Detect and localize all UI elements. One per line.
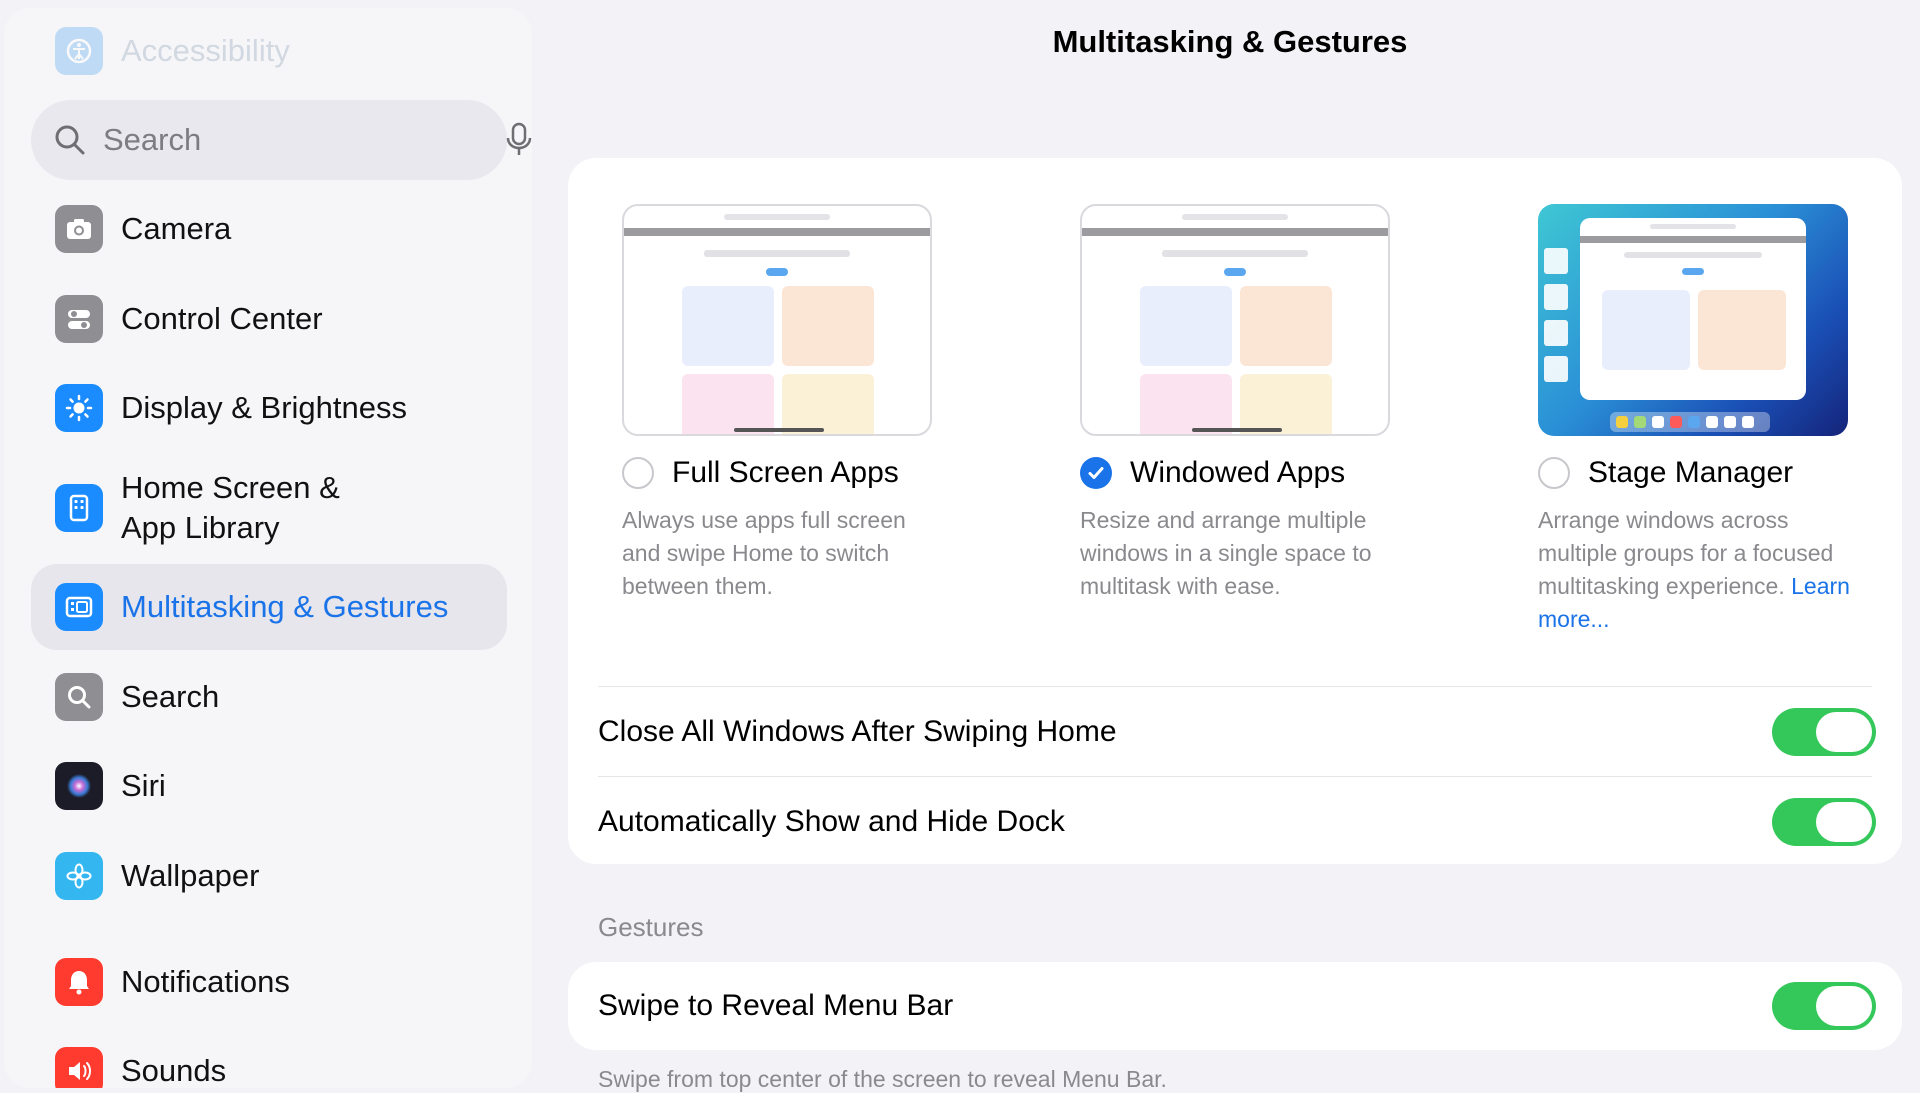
sidebar-item-notifications[interactable]: Notifications (31, 939, 507, 1025)
microphone-icon[interactable] (504, 122, 532, 158)
sidebar-item-home-screen[interactable]: Home Screen & App Library (31, 453, 507, 563)
control-center-icon (55, 295, 103, 343)
sidebar-item-label: Display & Brightness (121, 390, 408, 425)
close-all-windows-toggle[interactable] (1772, 708, 1876, 756)
sidebar-item-siri[interactable]: Siri (31, 743, 507, 829)
sidebar: Accessibility Camera Control Center Disp… (4, 8, 532, 1088)
stage-manager-description-text: Arrange windows across multiple groups f… (1538, 507, 1834, 599)
mode-description: Arrange windows across multiple groups f… (1538, 504, 1858, 636)
sidebar-item-label: Wallpaper (121, 858, 260, 893)
setting-row-auto-hide-dock: Automatically Show and Hide Dock (598, 778, 1876, 866)
sidebar-item-accessibility[interactable]: Accessibility (31, 8, 507, 94)
page-title: Multitasking & Gestures (1052, 24, 1408, 59)
sidebar-item-control-center[interactable]: Control Center (31, 276, 507, 362)
sidebar-item-sounds[interactable]: Sounds (31, 1028, 507, 1088)
stage-manager-radio[interactable] (1538, 457, 1570, 489)
section-header-gestures: Gestures (598, 912, 704, 942)
accessibility-icon (55, 27, 103, 75)
stage-manager-preview-image (1538, 204, 1848, 436)
wallpaper-icon (55, 852, 103, 900)
search-app-icon (55, 673, 103, 721)
setting-label: Automatically Show and Hide Dock (598, 805, 1065, 838)
setting-label: Swipe to Reveal Menu Bar (598, 989, 954, 1022)
mode-title: Windowed Apps (1130, 456, 1346, 489)
sidebar-item-label: Siri (121, 768, 166, 803)
siri-icon (55, 762, 103, 810)
setting-label: Close All Windows After Swiping Home (598, 715, 1117, 748)
mode-title: Full Screen Apps (672, 456, 899, 489)
full-screen-preview-image (622, 204, 932, 436)
sidebar-item-label: Control Center (121, 301, 323, 336)
multitasking-mode-card: Full Screen Apps Always use apps full sc… (568, 158, 1902, 864)
windowed-preview-image (1080, 204, 1390, 436)
sidebar-item-label: Search (121, 679, 220, 714)
sidebar-item-label: Camera (121, 211, 232, 246)
divider (598, 686, 1872, 687)
search-icon (55, 125, 85, 155)
home-screen-icon (55, 484, 103, 532)
sidebar-item-label: Sounds (121, 1053, 227, 1088)
sidebar-item-display-brightness[interactable]: Display & Brightness (31, 365, 507, 451)
swipe-menu-bar-toggle[interactable] (1772, 982, 1876, 1030)
sounds-icon (55, 1047, 103, 1088)
divider (598, 776, 1872, 777)
mode-option-full-screen[interactable]: Full Screen Apps Always use apps full sc… (622, 204, 942, 603)
setting-row-swipe-menu-bar: Swipe to Reveal Menu Bar (598, 962, 1876, 1050)
sidebar-item-search[interactable]: Search (31, 654, 507, 740)
gestures-card: Swipe to Reveal Menu Bar (568, 962, 1902, 1050)
mode-option-windowed[interactable]: Windowed Apps Resize and arrange multipl… (1080, 204, 1400, 603)
checkmark-icon (1088, 467, 1104, 479)
sidebar-item-camera[interactable]: Camera (31, 186, 507, 272)
sidebar-item-label: Multitasking & Gestures (121, 589, 449, 624)
mode-title: Stage Manager (1588, 456, 1794, 489)
setting-row-close-all-windows: Close All Windows After Swiping Home (598, 688, 1876, 776)
mode-description: Resize and arrange multiple windows in a… (1080, 507, 1372, 599)
camera-icon (55, 205, 103, 253)
auto-hide-dock-toggle[interactable] (1772, 798, 1876, 846)
windowed-radio[interactable] (1080, 457, 1112, 489)
sidebar-item-label: Accessibility (121, 33, 290, 68)
sidebar-item-label: Home Screen & App Library (121, 470, 340, 545)
full-screen-radio[interactable] (622, 457, 654, 489)
multitasking-icon (55, 583, 103, 631)
mode-description: Always use apps full screen and swipe Ho… (622, 507, 906, 599)
sidebar-item-label: Notifications (121, 964, 290, 999)
sidebar-item-wallpaper[interactable]: Wallpaper (31, 833, 507, 919)
notifications-icon (55, 958, 103, 1006)
display-brightness-icon (55, 384, 103, 432)
mode-option-stage-manager[interactable]: Stage Manager Arrange windows across mul… (1538, 204, 1858, 636)
search-field[interactable] (31, 100, 532, 180)
search-input[interactable] (101, 121, 504, 159)
sidebar-item-multitasking-gestures[interactable]: Multitasking & Gestures (31, 564, 507, 650)
